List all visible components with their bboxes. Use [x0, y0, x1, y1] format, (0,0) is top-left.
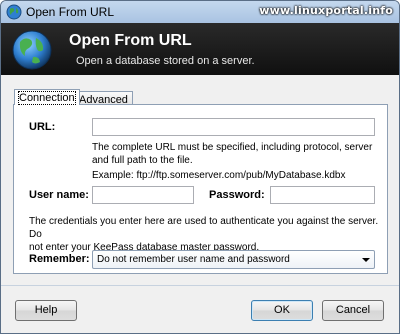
remember-select[interactable]: Do not remember user name and password: [92, 250, 375, 269]
dialog-footer: Help OK Cancel: [1, 286, 399, 333]
dialog-banner: Open From URL Open a database stored on …: [1, 23, 399, 75]
banner-title: Open From URL: [69, 32, 192, 49]
ok-button[interactable]: OK: [251, 300, 313, 321]
dialog-content: Connection Advanced URL: The complete UR…: [1, 75, 399, 333]
tab-connection-label: Connection: [18, 91, 76, 105]
globe-icon: [6, 4, 22, 20]
title-bar[interactable]: Open From URL www.linuxportal.info: [1, 1, 399, 23]
url-label: URL:: [29, 121, 56, 133]
banner-subtitle: Open a database stored on a server.: [76, 55, 255, 67]
username-input[interactable]: [92, 186, 194, 204]
connection-panel: URL: The complete URL must be specified,…: [13, 104, 388, 274]
url-input[interactable]: [92, 118, 375, 136]
open-from-url-window: Open From URL www.linuxportal.info Open …: [0, 0, 400, 334]
tab-connection[interactable]: Connection: [14, 89, 80, 105]
username-label: User name:: [29, 189, 89, 201]
help-button[interactable]: Help: [15, 300, 77, 321]
password-input[interactable]: [270, 186, 375, 204]
tab-advanced[interactable]: Advanced: [74, 91, 133, 106]
globe-icon: [12, 30, 52, 70]
remember-label: Remember:: [29, 253, 90, 265]
credentials-note: The credentials you enter here are used …: [29, 216, 379, 253]
url-help-text: The complete URL must be specified, incl…: [92, 142, 373, 181]
remember-select-value: Do not remember user name and password: [97, 254, 290, 265]
window-title: Open From URL: [26, 5, 115, 19]
chevron-down-icon: [362, 258, 370, 262]
watermark-text: www.linuxportal.info: [259, 4, 393, 17]
password-label: Password:: [209, 189, 265, 201]
cancel-button[interactable]: Cancel: [322, 300, 384, 321]
